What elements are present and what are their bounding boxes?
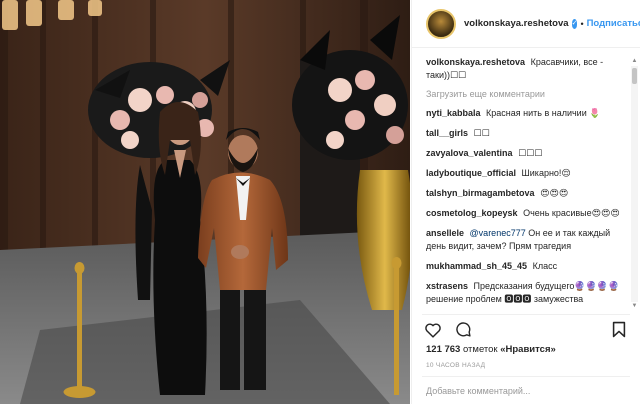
comment-username[interactable]: volkonskaya.reshetova	[426, 57, 525, 67]
avatar[interactable]	[426, 8, 456, 39]
bookmark-icon[interactable]	[608, 319, 630, 341]
caption: volkonskaya.reshetova Красавчики, все - …	[426, 56, 628, 82]
post-actions	[422, 314, 630, 344]
comments-scrollbar[interactable]: ▲ ▼	[631, 58, 638, 310]
post-side-panel: volkonskaya.reshetova ✓ • Подписаться vo…	[411, 0, 640, 404]
post-photo[interactable]	[0, 0, 410, 404]
heart-icon[interactable]	[422, 319, 444, 341]
load-more-comments-button[interactable]: Загрузить еще комментарии	[426, 89, 628, 99]
comment-text: Красная нить в наличии 🌷	[486, 108, 601, 118]
comment-username[interactable]: zavyalova_valentina	[426, 148, 513, 158]
comment-text: ☐☐	[473, 128, 490, 138]
likes-label-mid: отметок	[462, 344, 498, 355]
likes-count[interactable]: 121 763 отметок «Нравится»	[426, 344, 556, 355]
comment-item: tall__girls ☐☐	[426, 127, 628, 140]
comment-text: 😍😍😍	[540, 188, 569, 198]
comment-text: Шикарно!😌	[521, 168, 571, 178]
comment-username[interactable]: xstrasens	[426, 281, 468, 291]
scroll-down-arrow-icon[interactable]: ▼	[631, 303, 638, 310]
scrollbar-track[interactable]	[631, 66, 638, 302]
follow-button[interactable]: Подписаться	[587, 18, 640, 29]
comment-text: ☐☐☐	[518, 148, 543, 158]
photo-scene	[0, 0, 410, 404]
comment-item: mukhammad_sh_45_45 Класс	[426, 260, 628, 273]
comment-username[interactable]: tall__girls	[426, 128, 468, 138]
comment-mention[interactable]: @varenec777	[470, 228, 526, 238]
separator-dot: •	[580, 18, 584, 29]
add-comment-box[interactable]	[422, 376, 630, 404]
comment-item: zavyalova_valentina ☐☐☐	[426, 147, 628, 160]
comment-username[interactable]: ansellele	[426, 228, 464, 238]
scrollbar-thumb[interactable]	[632, 68, 637, 84]
scroll-up-arrow-icon[interactable]: ▲	[631, 58, 638, 65]
comment-item: ansellele @varenec777 Он ее и так каждый…	[426, 227, 628, 253]
comment-item: talshyn_birmagambetova 😍😍😍	[426, 187, 628, 200]
verified-badge-icon: ✓	[571, 18, 578, 29]
comments-list: volkonskaya.reshetova Красавчики, все - …	[426, 56, 628, 311]
comment-text: Класс	[532, 261, 558, 271]
comment-icon[interactable]	[452, 319, 474, 341]
comment-username[interactable]: talshyn_birmagambetova	[426, 188, 535, 198]
comment-username[interactable]: cosmetolog_kopeysk	[426, 208, 518, 218]
post-header: volkonskaya.reshetova ✓ • Подписаться	[412, 0, 640, 48]
comment-text: Очень красивые😍😍😍	[523, 208, 620, 218]
likes-number: 121 763	[426, 344, 461, 355]
comment-username[interactable]: mukhammad_sh_45_45	[426, 261, 527, 271]
comment-username[interactable]: nyti_kabbala	[426, 108, 481, 118]
author-username[interactable]: volkonskaya.reshetova	[464, 18, 569, 29]
comment-item: ladyboutique_official Шикарно!😌	[426, 167, 628, 180]
add-comment-input[interactable]	[426, 386, 626, 396]
comment-username[interactable]: ladyboutique_official	[426, 168, 516, 178]
likes-label-tail: «Нравится»	[500, 344, 556, 355]
comment-item: nyti_kabbala Красная нить в наличии 🌷	[426, 107, 628, 120]
post-timestamp[interactable]: 10 часов назад	[426, 362, 485, 369]
comment-item: cosmetolog_kopeysk Очень красивые😍😍😍	[426, 207, 628, 220]
comment-item: xstrasens Предсказания будущего🔮🔮🔮🔮 реше…	[426, 280, 628, 306]
